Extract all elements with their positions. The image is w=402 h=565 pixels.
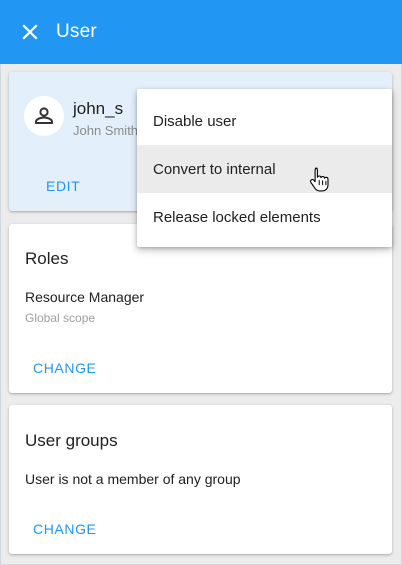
roles-card: Roles Resource Manager Global scope CHAN… [9,224,392,393]
role-name: Resource Manager [25,289,145,305]
user-groups-card: User groups User is not a member of any … [9,405,392,554]
close-icon[interactable] [20,22,40,42]
user-groups-text: User is not a member of any group [25,471,241,487]
menu-item-convert-to-internal[interactable]: Convert to internal [137,145,392,193]
user-groups-title: User groups [25,431,118,450]
menu-item-release-locked-elements[interactable]: Release locked elements [137,193,392,241]
change-roles-button[interactable]: CHANGE [33,360,97,376]
context-menu: Disable user Convert to internal Release… [137,89,392,247]
username: john_s [73,99,124,118]
change-groups-button[interactable]: CHANGE [33,521,97,537]
app-bar: User [0,0,402,64]
person-icon [24,96,64,136]
page-title: User [56,21,97,42]
roles-title: Roles [25,249,69,268]
full-name: John Smith [73,123,139,138]
menu-item-disable-user[interactable]: Disable user [137,97,392,145]
role-scope: Global scope [25,311,96,325]
edit-button[interactable]: EDIT [46,178,80,194]
